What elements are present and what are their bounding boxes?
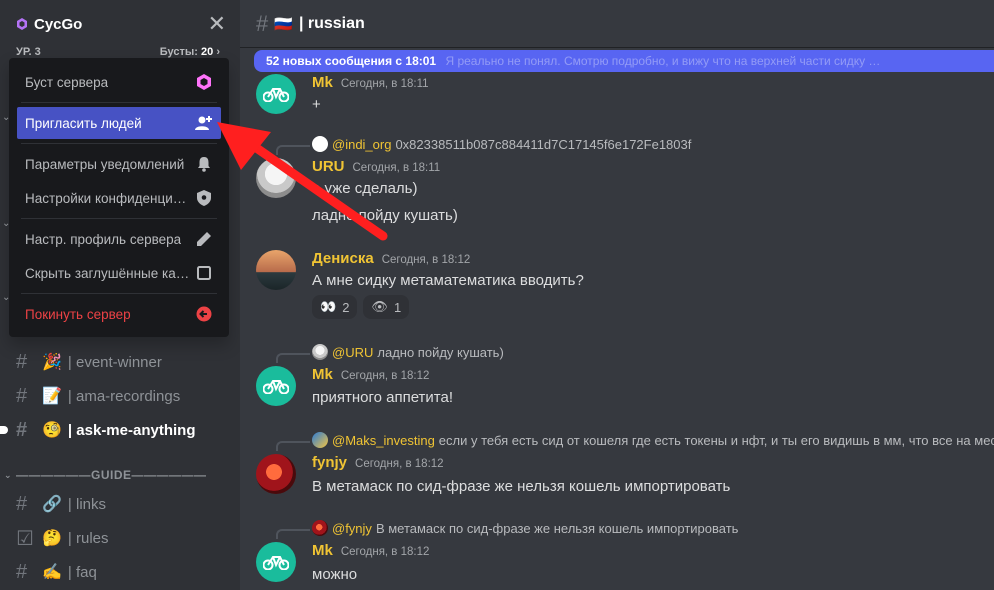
avatar [312, 432, 328, 448]
channel-sidebar: CycGo ✕ УР. 3 Бусты: 20 › Буст сервера П… [0, 0, 240, 590]
server-level: УР. 3 [16, 46, 41, 58]
menu-divider [21, 102, 217, 103]
add-user-icon [195, 114, 213, 132]
leave-icon [195, 305, 213, 323]
message-text: а уже сделаль) [312, 180, 418, 197]
message-text: приятного аппетита! [312, 389, 454, 406]
text-channel-icon: # [16, 560, 28, 583]
channel-links[interactable]: # 🔗 | links [8, 488, 236, 520]
reply-connector [276, 145, 310, 155]
message-author[interactable]: URU [312, 158, 345, 175]
menu-item-hide-muted-channels[interactable]: Скрыть заглушённые каналы [17, 257, 221, 289]
channel-rules[interactable]: ☑ 🤔 | rules [8, 522, 236, 554]
rules-channel-icon: ☑ [16, 527, 34, 550]
reaction-eyes[interactable]: 👀 2 [312, 295, 358, 319]
chevron-down-icon[interactable]: ⌄ [2, 112, 10, 123]
message-author[interactable]: Mk [312, 74, 333, 91]
text-channel-icon: # [16, 492, 28, 515]
avatar [312, 520, 328, 536]
avatar [312, 344, 328, 360]
reply-preview[interactable]: @fynjy В метамаск по сид-фразе же нельзя… [312, 520, 738, 536]
menu-divider [21, 293, 217, 294]
message-timestamp: Сегодня, в 18:12 [340, 546, 430, 558]
avatar[interactable] [256, 250, 296, 290]
channel-title: | russian [298, 14, 365, 32]
avatar [312, 136, 328, 152]
chat-area: # 🇷🇺 | russian 52 новых сообщения с 18:0… [240, 0, 994, 590]
avatar[interactable] [256, 158, 296, 198]
text-channel-icon: # [16, 418, 28, 441]
menu-item-server-boost[interactable]: Буст сервера [17, 66, 221, 98]
message-timestamp: Сегодня, в 18:12 [381, 254, 471, 266]
close-icon[interactable]: ✕ [208, 13, 226, 35]
reply-connector [276, 529, 310, 539]
bell-icon [195, 155, 213, 173]
message-author[interactable]: Дениска [312, 250, 374, 267]
boost-level-row[interactable]: УР. 3 Бусты: 20 › [16, 46, 220, 58]
avatar[interactable] [256, 74, 296, 114]
menu-item-notification-settings[interactable]: Параметры уведомлений [17, 148, 221, 180]
text-channel-icon: # [16, 350, 28, 373]
pencil-icon [195, 230, 213, 248]
reply-connector [276, 353, 310, 363]
menu-item-privacy-settings[interactable]: Настройки конфиденциальности [17, 182, 221, 214]
channel-ask-me-anything[interactable]: # 🧐 | ask-me-anything [0, 414, 236, 446]
new-messages-bar[interactable]: 52 новых сообщения с 18:01 Я реально не … [254, 50, 994, 72]
channel-header: # 🇷🇺 | russian [240, 0, 994, 48]
message-timestamp: Сегодня, в 18:12 [340, 370, 430, 382]
reply-connector [276, 441, 310, 451]
message-timestamp: Сегодня, в 18:12 [355, 458, 444, 470]
message-text: ладно пойду кушать) [312, 207, 458, 224]
menu-item-leave-server[interactable]: Покинуть сервер [17, 298, 221, 330]
reply-preview[interactable]: @Maks_investing если у тебя есть сид от … [312, 432, 994, 448]
text-channel-icon: # [16, 384, 28, 407]
chevron-down-icon[interactable]: ⌄ [2, 218, 10, 229]
chevron-down-icon: ⌄ [4, 469, 13, 480]
menu-item-invite-people[interactable]: Пригласить людей [17, 107, 221, 139]
avatar[interactable] [256, 366, 296, 406]
message-timestamp: Сегодня, в 18:11 [340, 78, 429, 90]
unread-indicator [0, 426, 8, 434]
menu-item-edit-server-profile[interactable]: Настр. профиль сервера [17, 223, 221, 255]
message-text: А мне сидку метаматематика вводить? [312, 272, 584, 289]
server-name: CycGo [34, 15, 83, 33]
server-dropdown-menu: Буст сервера Пригласить людей Параметры … [9, 58, 229, 337]
chevron-down-icon[interactable]: ⌄ [2, 292, 10, 303]
text-channel-icon: # [256, 10, 269, 36]
menu-divider [21, 143, 217, 144]
message-text: + [312, 96, 321, 113]
message-author[interactable]: Mk [312, 542, 333, 559]
reactions: 👀 2 👁 1 [312, 295, 410, 319]
server-boost-badge-icon [16, 18, 28, 30]
checkbox-icon[interactable] [195, 264, 213, 282]
message-text: В метамаск по сид-фразе же нельзя кошель… [312, 478, 731, 495]
message-timestamp: Сегодня, в 18:11 [352, 162, 441, 174]
message-author[interactable]: Mk [312, 366, 333, 383]
server-header[interactable]: CycGo ✕ [0, 0, 240, 48]
avatar[interactable] [256, 454, 296, 494]
menu-divider [21, 218, 217, 219]
channel-event-winner[interactable]: # 🎉 | event-winner [8, 346, 236, 378]
reply-preview[interactable]: @URU ладно пойду кушать) [312, 344, 504, 360]
flag-icon: 🇷🇺 [274, 15, 293, 33]
message-author[interactable]: fynjy [312, 454, 347, 471]
category-guide[interactable]: ⌄ ——————GUIDE—————— [4, 468, 207, 482]
reaction-eye[interactable]: 👁 1 [363, 295, 410, 319]
reply-preview[interactable]: @indi_org 0x82338511b087c884411d7C17145f… [312, 136, 691, 152]
shield-icon [195, 189, 213, 207]
avatar[interactable] [256, 542, 296, 582]
channel-faq[interactable]: # ✍️ | faq [8, 556, 236, 588]
channel-ama-recordings[interactable]: # 📝 | ama-recordings [8, 380, 236, 412]
boost-gem-icon [195, 73, 213, 91]
boost-count: Бусты: 20 › [159, 46, 220, 58]
message-text: можно [312, 566, 358, 583]
